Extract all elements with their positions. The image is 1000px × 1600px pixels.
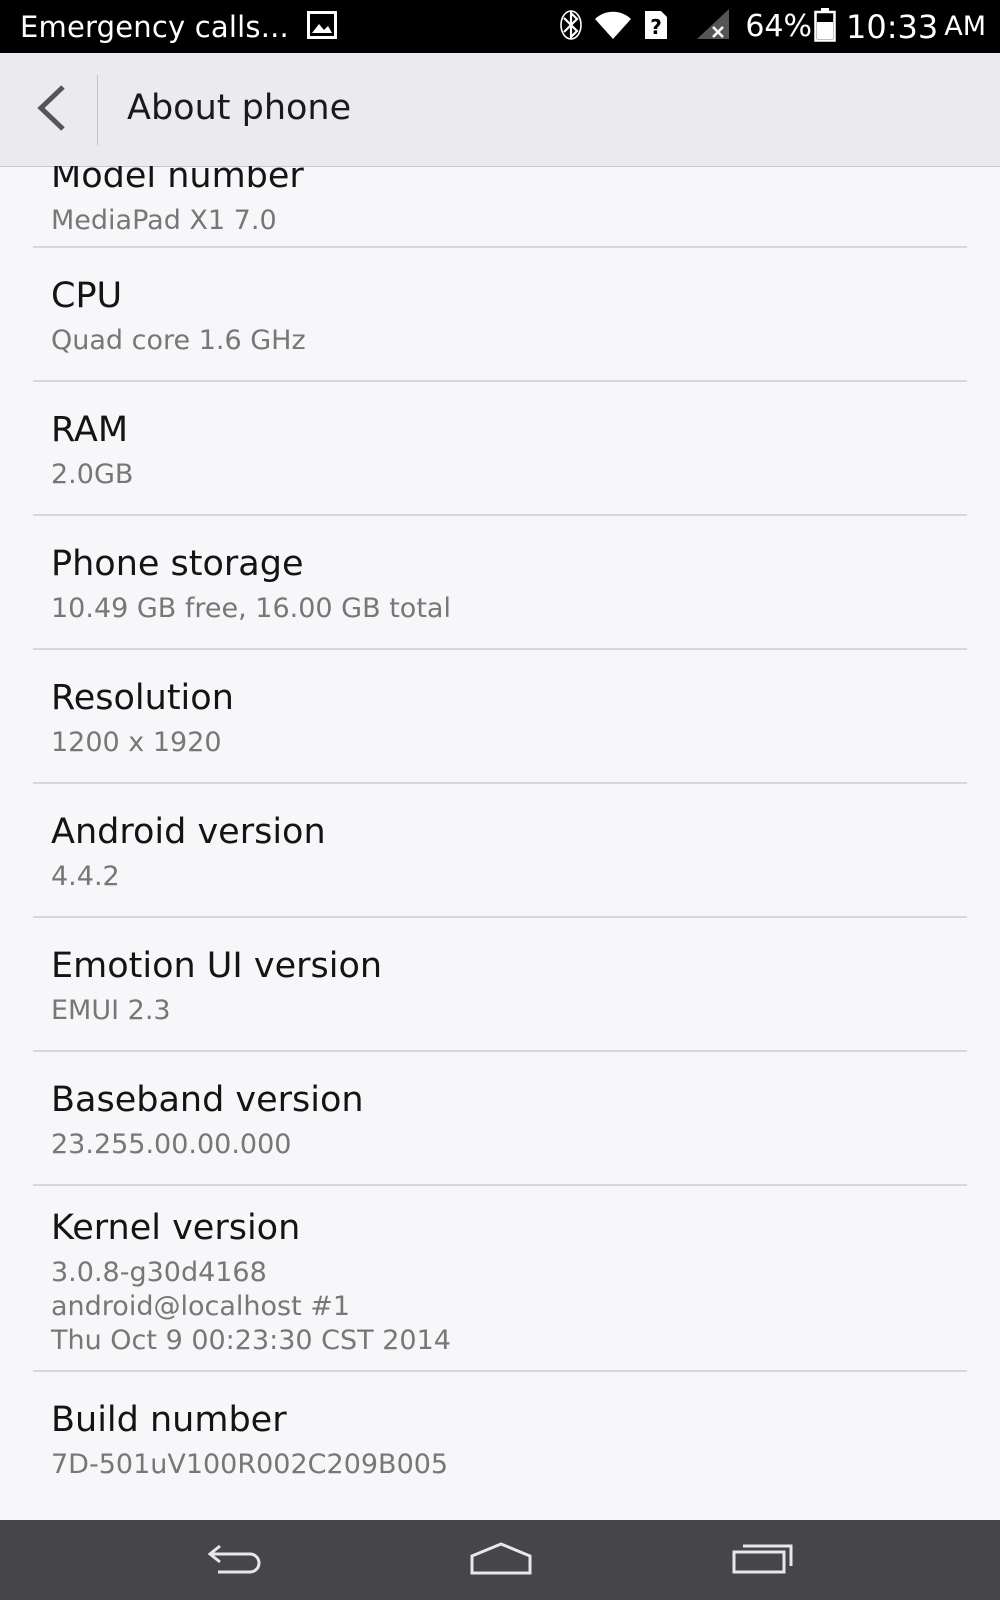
nav-recents-button[interactable]: [723, 1534, 803, 1586]
page-title: About phone: [127, 88, 352, 128]
item-value: Quad core 1.6 GHz: [51, 325, 306, 356]
item-title: Emotion UI version: [51, 946, 383, 986]
item-title: Resolution: [51, 678, 234, 718]
recents-nav-icon: [731, 1540, 795, 1580]
item-value-line: 3.0.8-g30d4168: [51, 1257, 267, 1288]
battery-percent: 64%: [745, 9, 813, 44]
bluetooth-icon: [559, 9, 583, 45]
settings-list: Model number MediaPad X1 7.0 CPU Quad co…: [0, 166, 1000, 1520]
item-title: Baseband version: [51, 1080, 364, 1120]
list-item-model-number[interactable]: Model number MediaPad X1 7.0: [33, 166, 967, 248]
notification-text: Emergency calls...: [20, 9, 289, 44]
battery-icon: [814, 7, 836, 46]
item-title: Build number: [51, 1400, 287, 1440]
list-item-emotion-ui-version[interactable]: Emotion UI version EMUI 2.3: [33, 918, 967, 1052]
clock-ampm: AM: [944, 11, 986, 42]
item-title: Phone storage: [51, 544, 304, 584]
home-nav-icon: [469, 1540, 533, 1580]
back-button[interactable]: [20, 77, 82, 143]
list-item-phone-storage[interactable]: Phone storage 10.49 GB free, 16.00 GB to…: [33, 516, 967, 650]
signal-off-icon: [695, 8, 731, 45]
item-value: 4.4.2: [51, 861, 120, 892]
list-item-build-number[interactable]: Build number 7D-501uV100R002C209B005: [33, 1372, 967, 1506]
action-bar-divider: [97, 75, 98, 145]
item-title: Android version: [51, 812, 326, 852]
nav-home-button[interactable]: [461, 1534, 541, 1586]
svg-text:?: ?: [651, 15, 663, 39]
list-item-resolution[interactable]: Resolution 1200 x 1920: [33, 650, 967, 784]
item-value: MediaPad X1 7.0: [51, 205, 277, 236]
sim-unknown-icon: ?: [643, 9, 669, 45]
item-title: Kernel version: [51, 1208, 301, 1248]
list-item-cpu[interactable]: CPU Quad core 1.6 GHz: [33, 248, 967, 382]
wifi-icon: [593, 9, 633, 45]
item-value: 7D-501uV100R002C209B005: [51, 1449, 449, 1480]
item-value: 23.255.00.00.000: [51, 1129, 292, 1160]
list-item-android-version[interactable]: Android version 4.4.2: [33, 784, 967, 918]
navigation-bar: [0, 1520, 1000, 1600]
item-value: 10.49 GB free, 16.00 GB total: [51, 593, 451, 624]
item-value: 2.0GB: [51, 459, 134, 490]
image-icon: [306, 10, 337, 43]
chevron-left-icon: [33, 83, 69, 137]
list-item-kernel-version[interactable]: Kernel version 3.0.8-g30d4168 android@lo…: [33, 1186, 967, 1372]
back-nav-icon: [206, 1540, 266, 1580]
item-value-line: Thu Oct 9 00:23:30 CST 2014: [51, 1325, 451, 1356]
item-value: EMUI 2.3: [51, 995, 171, 1026]
item-title: CPU: [51, 276, 123, 316]
status-bar: Emergency calls... ? 64% 10:33 AM: [0, 0, 1000, 53]
item-title: RAM: [51, 410, 129, 450]
item-title: Model number: [51, 166, 304, 196]
list-item-ram[interactable]: RAM 2.0GB: [33, 382, 967, 516]
list-item-baseband-version[interactable]: Baseband version 23.255.00.00.000: [33, 1052, 967, 1186]
item-value-line: android@localhost #1: [51, 1291, 351, 1322]
clock-time: 10:33: [846, 7, 939, 46]
nav-back-button[interactable]: [196, 1534, 276, 1586]
action-bar: About phone: [0, 53, 1000, 167]
item-value: 1200 x 1920: [51, 727, 222, 758]
